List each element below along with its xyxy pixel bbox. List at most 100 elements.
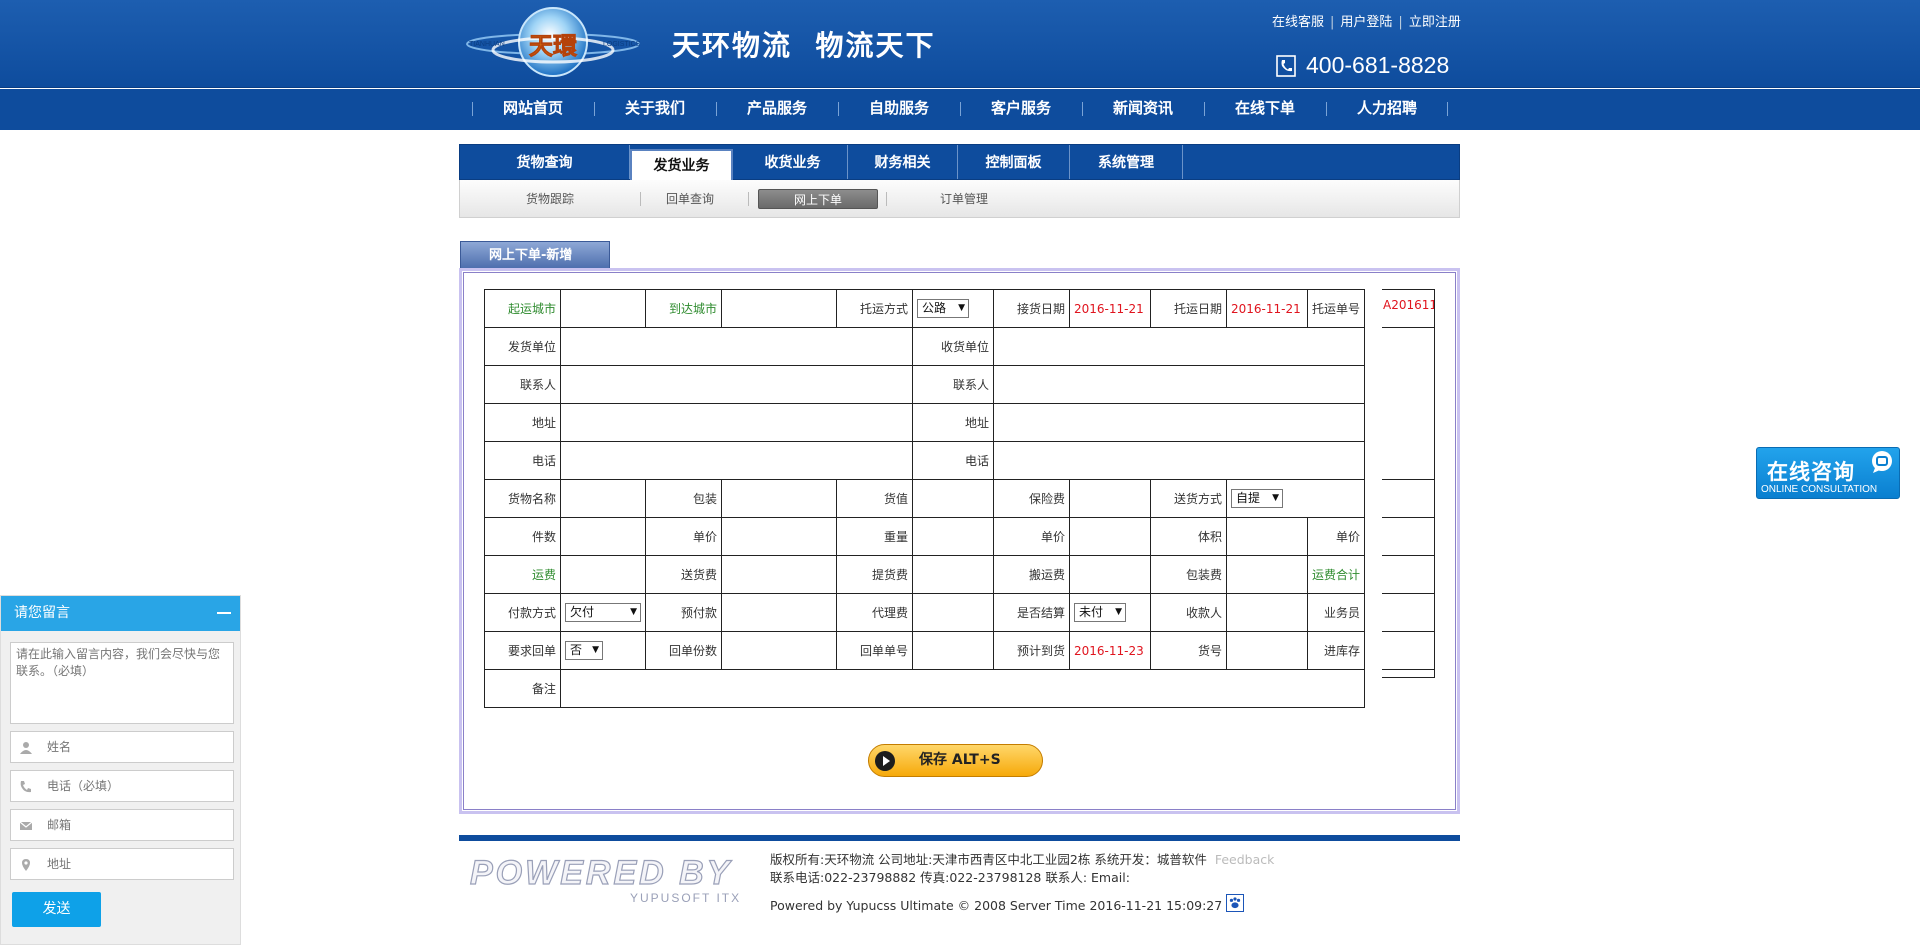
settled-select[interactable]: 未付 ▼ xyxy=(1074,603,1126,622)
cargo-no-field[interactable] xyxy=(1226,631,1308,670)
delivery-fee-field[interactable] xyxy=(721,555,837,594)
subtab-cargo-tracking[interactable]: 货物跟踪 xyxy=(490,189,610,209)
name-field[interactable] xyxy=(10,731,234,763)
cargo-no-label: 货号 xyxy=(1150,631,1227,670)
packing-fee-field[interactable] xyxy=(1226,555,1308,594)
top-link-online-service[interactable]: 在线客服 xyxy=(1272,15,1324,30)
footer-info: 版权所有:天环物流 公司地址:天津市西青区中北工业园2栋 系统开发：城普软件 Fe… xyxy=(770,851,1274,915)
sender-unit-field[interactable] xyxy=(560,327,913,366)
unit-price-label-3: 单价 xyxy=(1306,517,1366,556)
subtab-order-management[interactable]: 订单管理 xyxy=(904,189,1024,209)
eta-label: 预计到货 xyxy=(993,631,1070,670)
waybill-number[interactable]: A201611 xyxy=(1383,298,1435,312)
name-input[interactable] xyxy=(47,738,227,756)
pickup-fee-field[interactable] xyxy=(912,555,994,594)
nav-online-order[interactable]: 在线下单 xyxy=(1204,89,1326,130)
pieces-field[interactable] xyxy=(560,517,646,556)
payment-label: 付款方式 xyxy=(484,593,561,632)
salesman-label: 业务员 xyxy=(1306,593,1366,632)
nav-recruitment[interactable]: 人力招聘 xyxy=(1326,89,1448,130)
payee-field[interactable] xyxy=(1226,593,1308,632)
freight-field[interactable] xyxy=(560,555,646,594)
receipt-required-select[interactable]: 否 ▼ xyxy=(565,641,603,660)
volume-field[interactable] xyxy=(1226,517,1308,556)
unit-price-field-1[interactable] xyxy=(721,517,837,556)
hotline-number: 400-681-8828 xyxy=(1306,52,1450,78)
packing-label: 包装 xyxy=(645,479,722,518)
prepaid-field[interactable] xyxy=(721,593,837,632)
unit-price-field-2[interactable] xyxy=(1069,517,1151,556)
tab-cargo-query[interactable]: 货物查询 xyxy=(460,145,630,179)
insurance-field[interactable] xyxy=(1069,479,1151,518)
agent-fee-field[interactable] xyxy=(912,593,994,632)
receipt-no-label: 回单单号 xyxy=(836,631,913,670)
eta-field[interactable]: 2016-11-23 xyxy=(1069,631,1151,670)
nav-products[interactable]: 产品服务 xyxy=(716,89,838,130)
email-field[interactable] xyxy=(10,809,234,841)
company-logo[interactable]: 天環 TIANHUAN LOGISTICS xyxy=(465,4,641,84)
footer-contact: 联系电话:022-23798882 传真:022-23798128 联系人: E… xyxy=(770,870,1130,885)
tab-receiving[interactable]: 收货业务 xyxy=(738,145,848,179)
sender-phone-label: 电话 xyxy=(484,441,561,480)
online-consultation-button[interactable]: 在线咨询 ONLINE CONSULTATION xyxy=(1756,447,1900,499)
chevron-down-icon: ▼ xyxy=(592,645,599,655)
tab-control-panel[interactable]: 控制面板 xyxy=(958,145,1070,179)
payment-select[interactable]: 欠付 ▼ xyxy=(565,603,641,622)
receipt-copies-field[interactable] xyxy=(721,631,837,670)
address-field[interactable] xyxy=(10,848,234,880)
handling-fee-label: 搬运费 xyxy=(993,555,1070,594)
remark-field[interactable] xyxy=(559,669,1366,708)
phone-input[interactable] xyxy=(47,777,227,795)
sender-address-field[interactable] xyxy=(560,403,913,442)
goods-value-field[interactable] xyxy=(912,479,994,518)
volume-label: 体积 xyxy=(1150,517,1227,556)
dest-city-field[interactable] xyxy=(721,289,837,328)
minimize-icon[interactable] xyxy=(217,612,231,614)
message-textarea[interactable] xyxy=(10,642,234,724)
payee-label: 收款人 xyxy=(1150,593,1227,632)
tab-system[interactable]: 系统管理 xyxy=(1070,145,1183,179)
receiver-address-label: 地址 xyxy=(912,403,994,442)
receipt-required-label: 要求回单 xyxy=(484,631,561,670)
footer-divider xyxy=(459,835,1460,841)
nav-home[interactable]: 网站首页 xyxy=(472,89,594,130)
packing-field[interactable] xyxy=(721,479,837,518)
tab-shipping[interactable]: 发货业务 xyxy=(630,149,733,180)
address-input[interactable] xyxy=(47,855,227,873)
nav-about[interactable]: 关于我们 xyxy=(594,89,716,130)
goods-name-label: 货物名称 xyxy=(484,479,561,518)
top-link-login[interactable]: 用户登陆 xyxy=(1340,15,1392,30)
nav-customer-service[interactable]: 客户服务 xyxy=(960,89,1082,130)
handling-fee-field[interactable] xyxy=(1069,555,1151,594)
receiver-unit-field[interactable] xyxy=(992,327,1366,366)
paw-icon[interactable] xyxy=(1226,894,1245,912)
phone-field[interactable] xyxy=(10,770,234,802)
feedback-link[interactable]: Feedback xyxy=(1215,852,1275,867)
goods-value-label: 货值 xyxy=(836,479,913,518)
sender-contact-field[interactable] xyxy=(560,365,913,404)
delivery-method-select[interactable]: 自提 ▼ xyxy=(1231,489,1283,508)
subtab-online-order[interactable]: 网上下单 xyxy=(758,189,878,209)
receiver-address-field[interactable] xyxy=(992,403,1366,442)
freight-label: 运费 xyxy=(484,555,561,594)
receipt-no-field[interactable] xyxy=(912,631,994,670)
nav-news[interactable]: 新闻资讯 xyxy=(1082,89,1204,130)
start-city-field[interactable] xyxy=(560,289,646,328)
main-nav: 网站首页 关于我们 产品服务 自助服务 客户服务 新闻资讯 在线下单 人力招聘 xyxy=(0,89,1920,130)
send-button[interactable]: 发送 xyxy=(12,892,101,927)
chevron-down-icon: ▼ xyxy=(1115,607,1122,617)
consign-date-field[interactable]: 2016-11-21 xyxy=(1226,289,1308,328)
top-link-register[interactable]: 立即注册 xyxy=(1409,15,1461,30)
pickup-date-field[interactable]: 2016-11-21 xyxy=(1069,289,1151,328)
nav-self-service[interactable]: 自助服务 xyxy=(838,89,960,130)
tab-finance[interactable]: 财务相关 xyxy=(848,145,958,179)
sender-phone-field[interactable] xyxy=(560,441,913,480)
goods-name-field[interactable] xyxy=(560,479,646,518)
save-button[interactable]: 保存 ALT+S xyxy=(868,744,1043,777)
subtab-receipt-query[interactable]: 回单查询 xyxy=(630,189,750,209)
weight-field[interactable] xyxy=(912,517,994,556)
transport-select[interactable]: 公路 ▼ xyxy=(917,299,969,318)
email-input[interactable] xyxy=(47,816,227,834)
receiver-contact-field[interactable] xyxy=(992,365,1366,404)
receiver-phone-field[interactable] xyxy=(992,441,1366,480)
